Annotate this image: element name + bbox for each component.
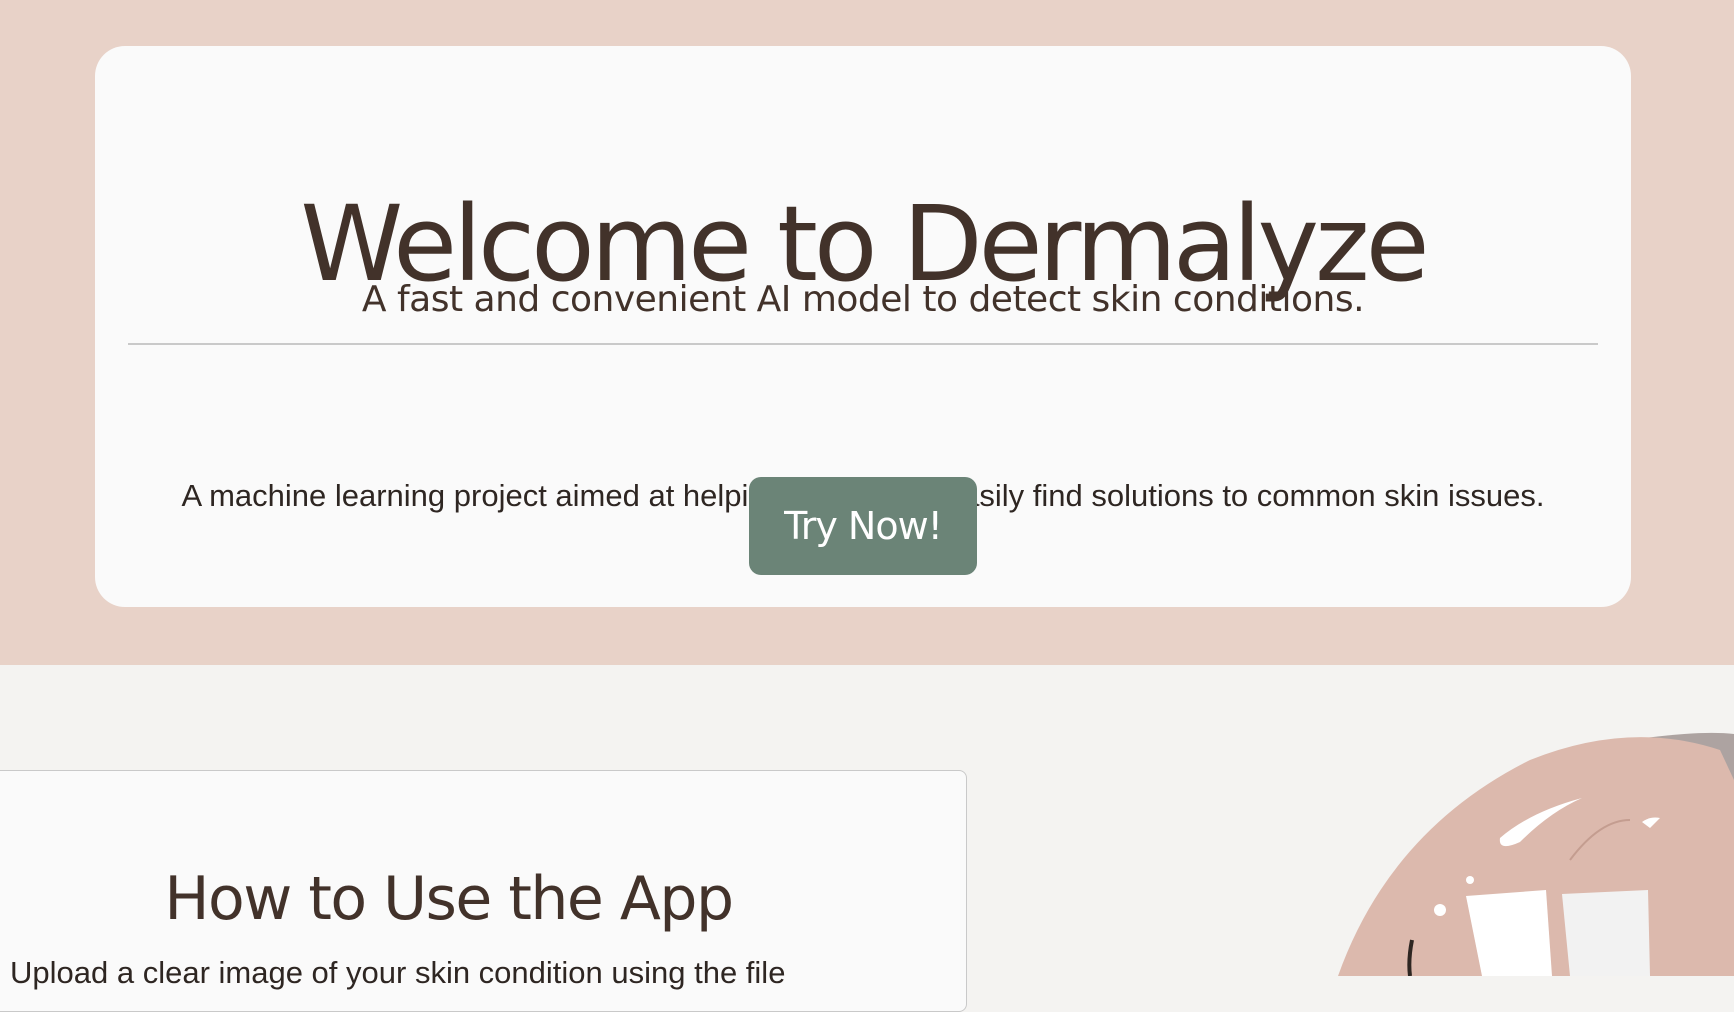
hero-divider bbox=[128, 343, 1598, 345]
hero-card: Welcome to Dermalyze A fast and convenie… bbox=[95, 46, 1631, 607]
hero-section: Welcome to Dermalyze A fast and convenie… bbox=[0, 0, 1734, 665]
how-to-title: How to Use the App bbox=[164, 863, 734, 934]
hero-subtitle: A fast and convenient AI model to detect… bbox=[361, 279, 1365, 320]
how-to-text: Upload a clear image of your skin condit… bbox=[10, 955, 786, 990]
try-now-button[interactable]: Try Now! bbox=[749, 477, 977, 575]
skin-care-illustration-icon bbox=[1338, 732, 1734, 976]
